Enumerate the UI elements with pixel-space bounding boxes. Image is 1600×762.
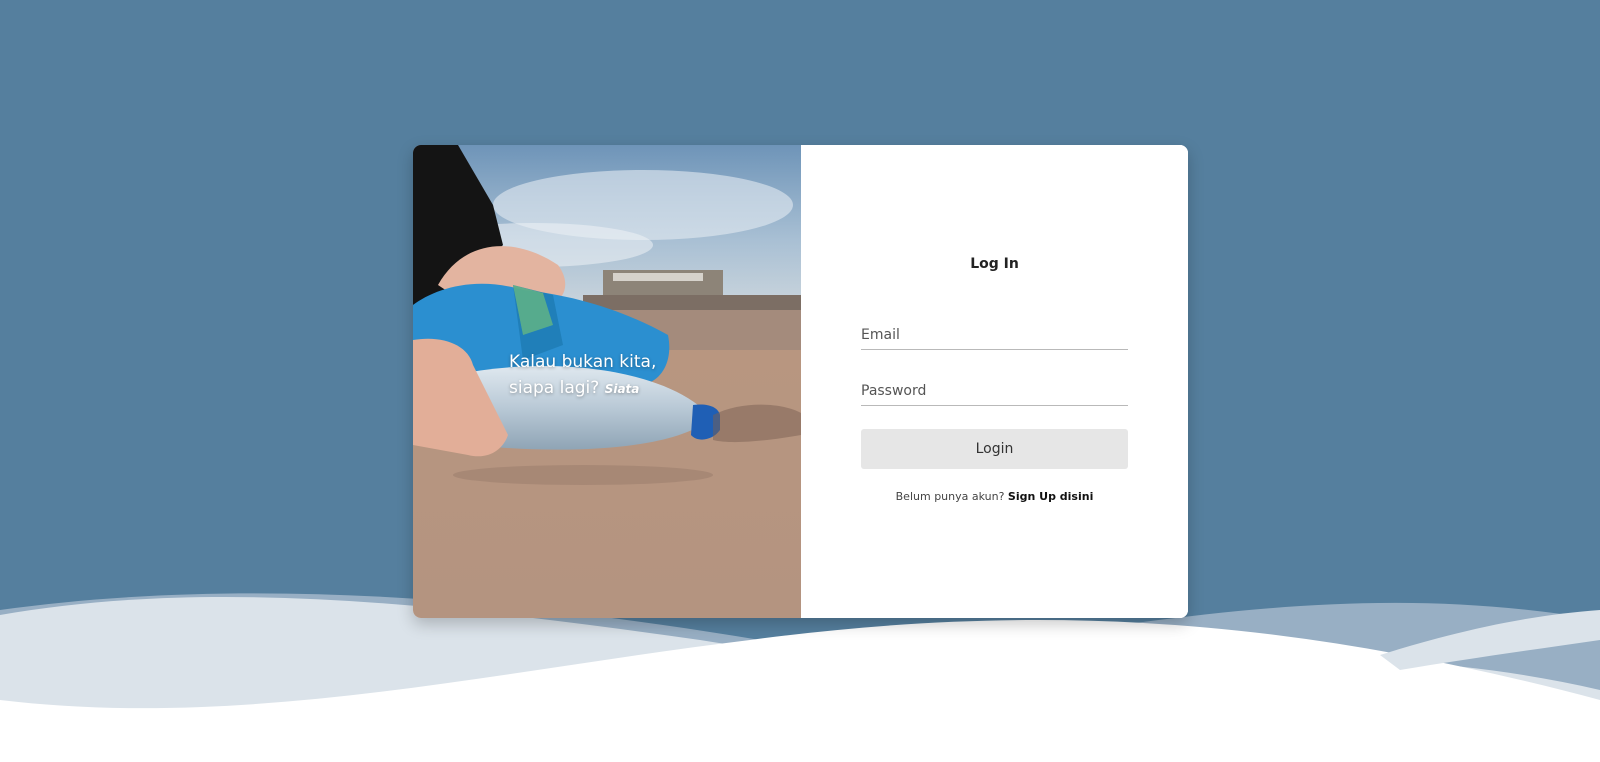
signup-link[interactable]: Sign Up disini	[1008, 490, 1093, 503]
login-title: Log In	[970, 256, 1019, 272]
password-input[interactable]	[861, 377, 1128, 406]
login-card: Kalau bukan kita, siapa lagi? Siata Log …	[413, 145, 1188, 618]
hero-image-panel: Kalau bukan kita, siapa lagi? Siata	[413, 145, 801, 618]
login-button[interactable]: Login	[861, 429, 1128, 469]
email-input[interactable]	[861, 321, 1128, 350]
signup-prompt-text: Belum punya akun?	[895, 490, 1005, 503]
hero-tagline: Kalau bukan kita, siapa lagi? Siata	[509, 349, 679, 402]
signup-prompt-line: Belum punya akun? Sign Up disini	[801, 490, 1188, 503]
brand-name: Siata	[604, 382, 640, 396]
page-background: Kalau bukan kita, siapa lagi? Siata Log …	[0, 0, 1600, 762]
login-form-panel: Log In Login Belum punya akun? Sign Up d…	[801, 145, 1188, 618]
